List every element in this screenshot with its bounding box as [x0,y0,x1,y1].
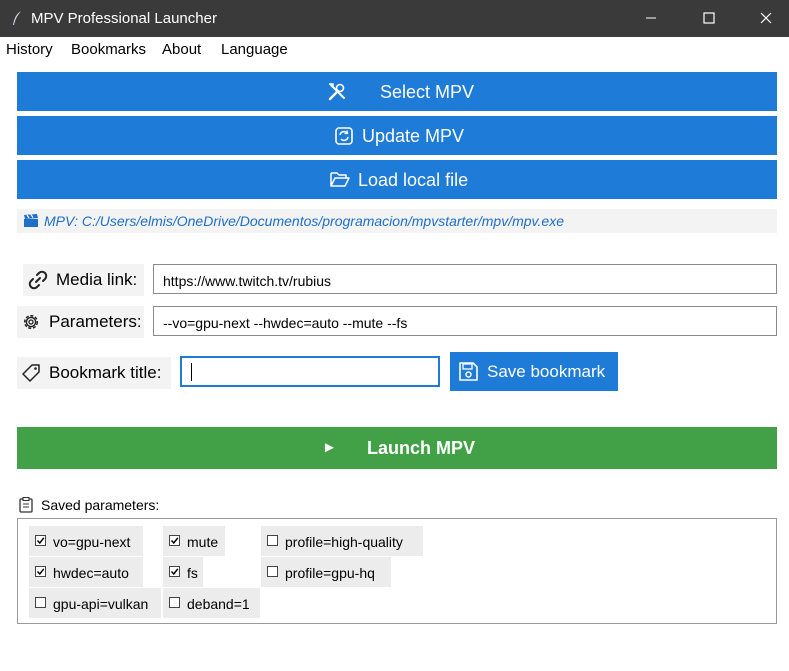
checkbox-icon [35,566,46,577]
save-bookmark-button[interactable]: Save bookmark [450,352,618,391]
title-bar: MPV Professional Launcher [0,0,789,37]
saved-param-checkbox[interactable]: vo=gpu-next [29,526,143,556]
mpv-path-text: MPV: C:/Users/elmis/OneDrive/Documentos/… [44,213,564,229]
text-cursor [191,363,192,381]
tag-icon [22,364,40,382]
launch-mpv-button[interactable]: ► Launch MPV [17,427,777,469]
play-icon: ► [322,439,337,456]
load-local-file-button[interactable]: Load local file [17,160,777,199]
save-bookmark-label: Save bookmark [487,362,606,381]
media-link-label: Media link: [23,264,144,296]
gear-icon [23,314,39,330]
parameters-input[interactable]: --vo=gpu-next --hwdec=auto --mute --fs [153,306,777,336]
close-icon [760,12,772,24]
menu-about[interactable]: About [162,41,201,58]
mpv-path-row: MPV: C:/Users/elmis/OneDrive/Documentos/… [17,209,777,233]
maximize-button[interactable] [686,0,732,37]
minimize-icon [646,17,656,19]
clipboard-icon [19,497,33,513]
close-button[interactable] [743,0,789,37]
checkbox-icon [267,566,278,577]
checkbox-icon [169,566,180,577]
checkmark-icon [36,537,45,545]
menu-bar: History Bookmarks About Language [0,37,789,63]
checkmark-icon [170,537,179,545]
select-mpv-label: Select MPV [380,82,475,102]
media-link-input[interactable]: https://www.twitch.tv/rubius [153,264,777,294]
menu-language[interactable]: Language [221,41,288,58]
window-title: MPV Professional Launcher [31,10,217,27]
update-mpv-button[interactable]: Update MPV [17,116,777,155]
folder-icon [330,172,350,187]
checkmark-icon [36,568,45,576]
select-mpv-button[interactable]: Select MPV [17,72,777,111]
checkbox-icon [35,597,46,608]
bookmark-title-input[interactable] [180,356,440,387]
saved-param-checkbox[interactable]: gpu-api=vulkan [29,588,161,618]
saved-param-checkbox[interactable]: deband=1 [163,588,260,618]
refresh-icon [335,127,353,145]
menu-bookmarks[interactable]: Bookmarks [71,41,146,58]
clapperboard-icon [24,214,38,227]
saved-param-checkbox[interactable]: profile=high-quality [261,526,423,556]
maximize-icon [703,12,715,24]
bookmark-title-label: Bookmark title: [17,357,171,389]
minimize-button[interactable] [628,0,674,37]
checkbox-icon [169,597,180,608]
feather-icon [13,11,21,25]
checkmark-icon [170,568,179,576]
saved-param-checkbox[interactable]: hwdec=auto [29,557,143,587]
checkbox-icon [169,535,180,546]
tools-icon [328,83,345,101]
update-mpv-label: Update MPV [362,126,465,146]
menu-history[interactable]: History [6,41,53,58]
parameters-label: Parameters: [17,306,144,338]
link-icon [28,270,48,290]
saved-param-checkbox[interactable]: profile=gpu-hq [261,557,391,587]
checkbox-icon [267,535,278,546]
launch-mpv-label: Launch MPV [367,438,476,458]
floppy-disk-icon [459,362,478,381]
saved-param-checkbox[interactable]: mute [163,526,225,556]
saved-param-checkbox[interactable]: fs [163,557,203,587]
saved-parameters-panel: vo=gpu-next mute profile=high-quality hw… [17,518,777,624]
checkbox-icon [35,535,46,546]
load-local-file-label: Load local file [358,170,469,190]
